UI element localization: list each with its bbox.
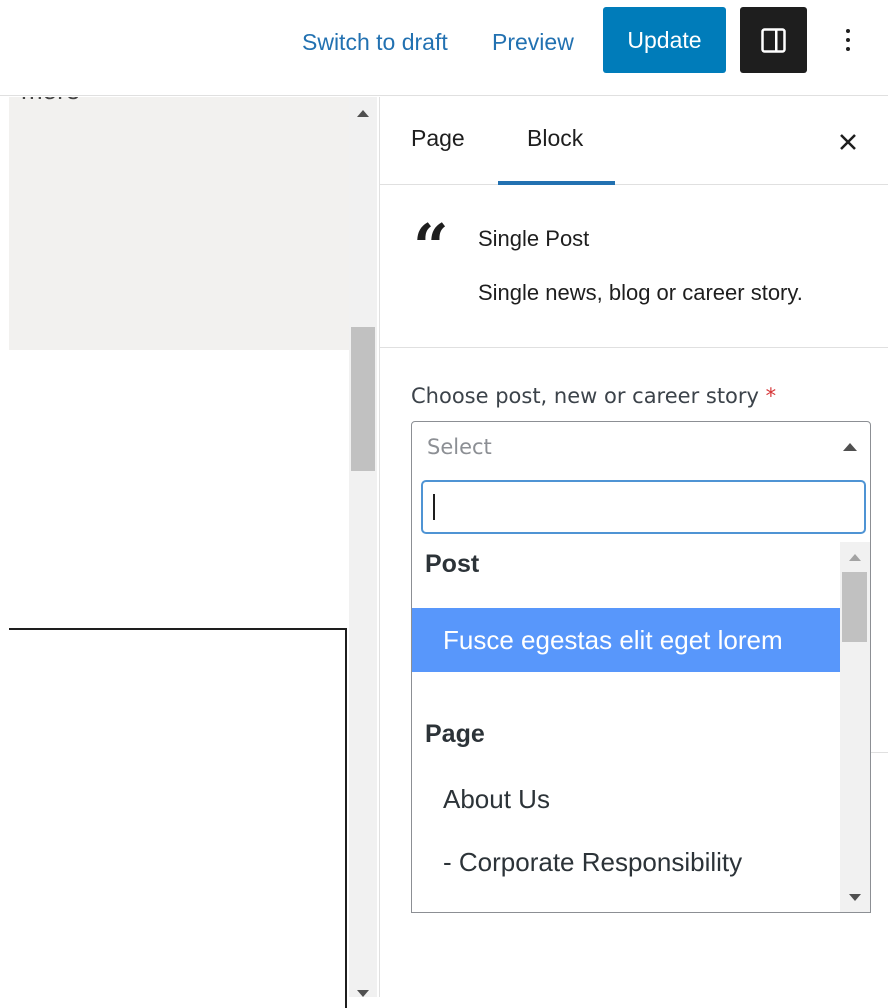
switch-to-draft-button[interactable]: Switch to draft <box>302 22 448 62</box>
settings-toggle-button[interactable] <box>740 7 807 73</box>
post-select[interactable]: Select <box>411 421 871 473</box>
active-tab-indicator <box>498 181 615 185</box>
field-label: Choose post, new or career story * <box>411 384 776 408</box>
scroll-down-arrow-icon[interactable] <box>849 894 861 901</box>
block-title: Single Post <box>478 226 590 251</box>
canvas-block-preview[interactable]: more <box>9 97 351 350</box>
dropdown-scrollbar[interactable] <box>840 542 870 912</box>
dropdown-options: Post Fusce egestas elit eget lorem Page … <box>412 542 840 912</box>
block-description: Single news, blog or career story. <box>478 280 803 305</box>
canvas-scrollbar[interactable] <box>349 97 377 997</box>
editor-canvas[interactable]: more <box>0 97 379 1008</box>
select-dropdown: Post Fusce egestas elit eget lorem Page … <box>411 472 871 913</box>
sidebar-tabs: Page Block <box>380 97 888 185</box>
settings-sidebar: Page Block “ Single Post Single news, bl… <box>379 97 888 997</box>
vertical-ellipsis-icon <box>846 29 850 33</box>
option-group-post: Post <box>425 550 480 578</box>
canvas-partial-text: more <box>21 97 80 106</box>
sidebar-toggle-icon <box>761 28 786 53</box>
update-button[interactable]: Update <box>603 7 726 73</box>
option-corporate-responsibility[interactable]: - Corporate Responsibility <box>412 847 840 878</box>
select-placeholder: Select <box>427 435 492 459</box>
canvas-block-outline[interactable] <box>9 628 347 1008</box>
scroll-up-arrow-icon[interactable] <box>357 110 369 117</box>
dropdown-scroll-thumb[interactable] <box>842 572 867 642</box>
more-options-button[interactable] <box>830 18 866 62</box>
scroll-up-arrow-icon[interactable] <box>849 554 861 561</box>
chevron-up-icon <box>843 443 857 451</box>
option-about-us[interactable]: About Us <box>412 784 840 815</box>
scroll-down-arrow-icon[interactable] <box>357 990 369 997</box>
close-icon <box>840 134 856 150</box>
canvas-scroll-thumb[interactable] <box>351 327 375 471</box>
option-fusce-egestas[interactable]: Fusce egestas elit eget lorem <box>412 608 840 672</box>
quote-icon: “ <box>413 210 449 283</box>
preview-button[interactable]: Preview <box>492 22 574 62</box>
field-label-text: Choose post, new or career story <box>411 384 759 408</box>
panel-divider <box>871 752 888 753</box>
required-marker: * <box>765 384 777 408</box>
dropdown-search-input[interactable] <box>421 480 866 534</box>
tab-page[interactable]: Page <box>411 125 465 152</box>
tab-block[interactable]: Block <box>527 125 583 152</box>
block-card: “ Single Post Single news, blog or caree… <box>380 186 888 348</box>
close-sidebar-button[interactable] <box>833 127 863 157</box>
option-group-page: Page <box>425 720 485 748</box>
text-caret <box>433 494 435 520</box>
editor-toolbar: Switch to draft Preview Update <box>0 0 888 96</box>
